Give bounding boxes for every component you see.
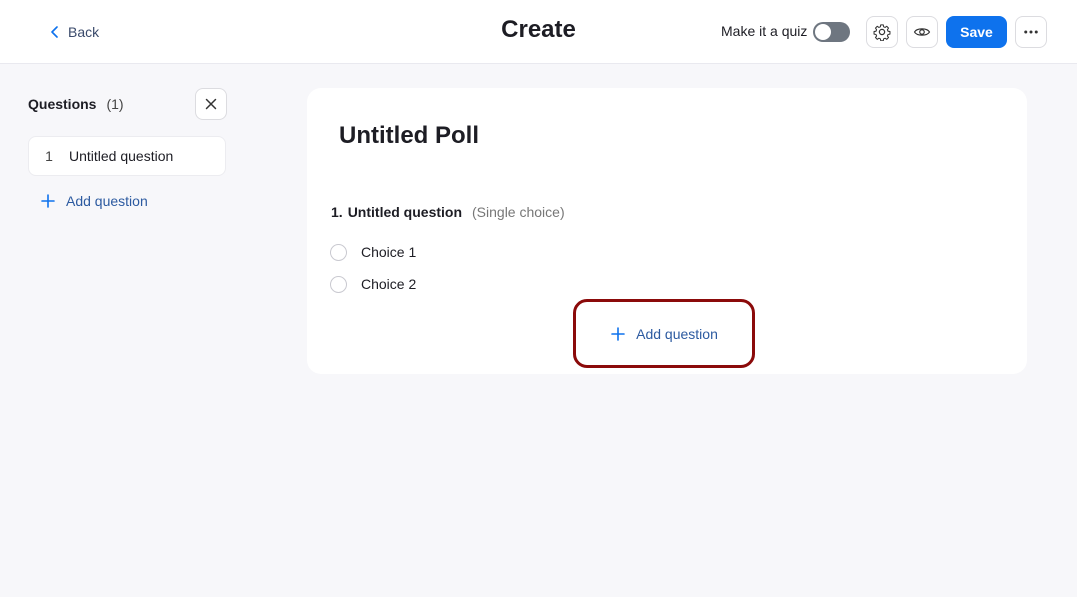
close-icon: [205, 98, 217, 110]
choice-option: Choice 2: [330, 274, 416, 294]
choice-label: Choice 2: [361, 276, 417, 292]
sidebar-title: Questions: [28, 96, 97, 112]
sidebar-add-question-button[interactable]: Add question: [40, 191, 148, 211]
choice-label: Choice 1: [361, 244, 417, 260]
question-header[interactable]: 1. Untitled question (Single choice): [331, 204, 565, 220]
more-options-button[interactable]: [1015, 16, 1047, 48]
sidebar-item-question-1[interactable]: 1 Untitled question: [28, 136, 226, 176]
question-count: (1): [106, 96, 124, 112]
toggle-knob: [815, 24, 831, 40]
close-sidebar-button[interactable]: [195, 88, 227, 120]
poll-title[interactable]: Untitled Poll: [339, 122, 479, 150]
question-number: 1.: [331, 204, 343, 220]
question-title: Untitled question: [347, 204, 463, 220]
radio-button[interactable]: [330, 275, 347, 293]
plus-icon: [41, 194, 55, 208]
add-question-button[interactable]: Add question: [573, 299, 755, 368]
save-button[interactable]: Save: [946, 16, 1007, 48]
quiz-toggle-label: Make it a quiz: [721, 23, 808, 39]
eye-icon: [913, 28, 931, 36]
radio-button[interactable]: [330, 243, 347, 261]
sidebar-heading: Questions (1): [28, 96, 124, 112]
choice-option: Choice 1: [330, 242, 416, 262]
top-bar: Back Create Make it a quiz Save: [0, 0, 1077, 64]
quiz-toggle[interactable]: [813, 22, 850, 42]
poll-editor-page: Back Create Make it a quiz Save Question…: [0, 0, 1077, 597]
settings-button[interactable]: [866, 16, 898, 48]
add-question-label: Add question: [636, 325, 718, 342]
gear-icon: [873, 24, 891, 41]
add-question-label: Add question: [66, 193, 148, 209]
preview-button[interactable]: [906, 16, 938, 48]
more-horizontal-icon: [1024, 30, 1038, 34]
question-number: 1: [45, 148, 53, 164]
question-label: Untitled question: [69, 148, 174, 164]
question-type: (Single choice): [472, 204, 565, 220]
plus-icon: [611, 326, 625, 341]
